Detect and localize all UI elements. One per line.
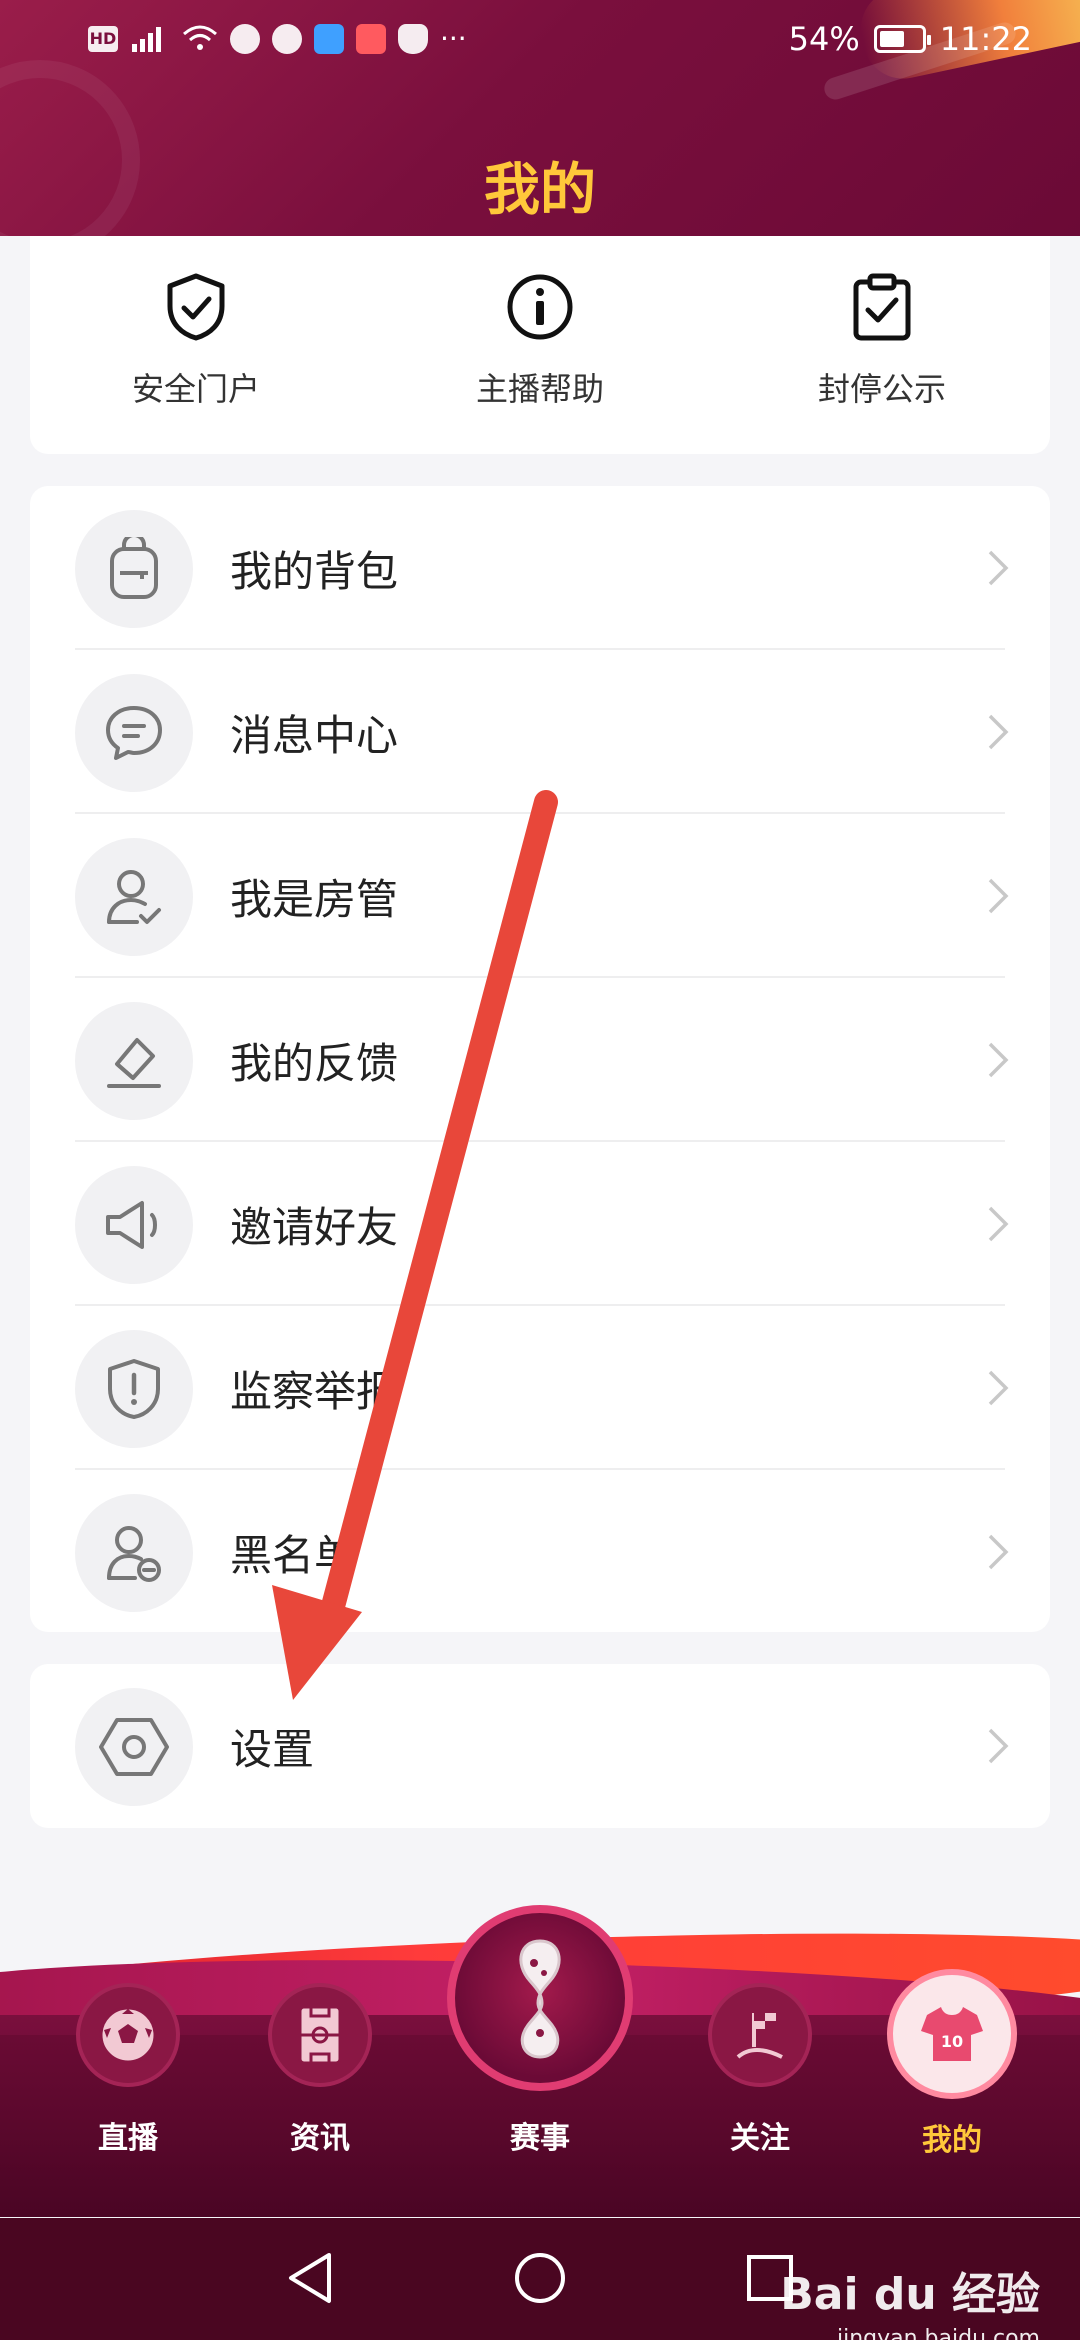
quick-link-label: 封停公示 xyxy=(817,370,946,408)
page-title: 我的 xyxy=(484,158,596,223)
tab-icon-circle xyxy=(708,1983,812,2087)
tab-label: 直播 xyxy=(98,2121,158,2156)
corner-flag-icon xyxy=(736,2013,783,2059)
menu-item-messages[interactable]: 消息中心 xyxy=(30,650,1050,814)
menu-item-label: 邀请好友 xyxy=(230,1203,399,1252)
cloud-icon xyxy=(314,23,344,54)
header: HD ··· 54% 11:22 我的 xyxy=(0,0,1080,236)
system-nav-bar: Bai du 经验 jingyan.baidu.com xyxy=(0,2218,1080,2340)
tab-icon-circle xyxy=(268,1983,372,2087)
battery-percent: 54% xyxy=(788,20,860,58)
tab-me[interactable]: 10 我的 xyxy=(872,1969,1032,2159)
chevron-right-icon xyxy=(988,550,1009,586)
chevron-right-icon xyxy=(988,714,1009,750)
menu-item-feedback[interactable]: 我的反馈 xyxy=(30,978,1050,1142)
trophy-emblem-icon xyxy=(519,1939,561,2059)
icon-circle xyxy=(75,1688,193,1806)
icon-circle xyxy=(75,674,193,792)
menu-item-blacklist[interactable]: 黑名单 xyxy=(30,1470,1050,1634)
shield-check-icon xyxy=(167,273,225,341)
report-shield-icon xyxy=(108,1359,160,1419)
chat-icon xyxy=(230,23,260,54)
quick-link-label: 安全门户 xyxy=(131,370,260,408)
quick-links-card: 安全门户 主播帮助 封停公示 xyxy=(30,236,1050,454)
user-check-icon xyxy=(107,870,161,924)
hand-icon xyxy=(272,23,302,54)
jersey-icon: 10 xyxy=(921,2007,983,2061)
menu-item-settings[interactable]: 设置 xyxy=(30,1664,1050,1828)
settings-card: 设置 xyxy=(30,1664,1050,1828)
clipboard-check-icon xyxy=(853,273,911,341)
backpack-icon xyxy=(110,537,158,599)
tab-icon-circle: 10 xyxy=(887,1969,1017,2099)
home-button[interactable] xyxy=(510,2248,570,2308)
wifi-icon xyxy=(183,25,217,50)
svg-text:10: 10 xyxy=(941,2032,963,2051)
status-right: 54% 11:22 xyxy=(789,20,1032,58)
chevron-right-icon xyxy=(988,1370,1009,1406)
megaphone-icon xyxy=(106,1201,157,1249)
menu-item-label: 消息中心 xyxy=(230,711,399,760)
menu-item-label: 设置 xyxy=(230,1725,315,1774)
chevron-right-icon xyxy=(988,1728,1009,1764)
home-circle-icon xyxy=(515,2253,565,2303)
user-block-icon xyxy=(107,1526,161,1582)
quick-link-security[interactable]: 安全门户 xyxy=(96,272,296,410)
hd-icon: HD xyxy=(88,25,118,52)
tab-label: 关注 xyxy=(730,2121,790,2156)
tab-icon-circle xyxy=(76,1983,180,2087)
message-icon xyxy=(106,706,162,760)
menu-item-report[interactable]: 监察举报 xyxy=(30,1306,1050,1470)
menu-item-label: 监察举报 xyxy=(230,1367,399,1416)
icon-circle xyxy=(75,1002,193,1120)
4g-signal-icon xyxy=(132,26,161,52)
quick-link-help[interactable]: 主播帮助 xyxy=(440,272,640,410)
chevron-right-icon xyxy=(988,1042,1009,1078)
more-dots-icon: ··· xyxy=(440,22,467,55)
menu-item-backpack[interactable]: 我的背包 xyxy=(30,486,1050,650)
watermark-brand: Bai du 经验 xyxy=(780,2269,1040,2320)
feedback-icon xyxy=(107,1038,161,1088)
clock: 11:22 xyxy=(939,20,1032,58)
bottom-nav: 直播 资讯 赛事 关注 10 我的 xyxy=(0,1905,1080,2217)
shield-icon xyxy=(398,23,428,54)
tab-live[interactable]: 直播 xyxy=(48,1983,208,2157)
tab-following[interactable]: 关注 xyxy=(680,1983,840,2157)
menu-item-invite[interactable]: 邀请好友 xyxy=(30,1142,1050,1306)
tab-label: 赛事 xyxy=(510,2121,570,2156)
pitch-icon xyxy=(298,2005,342,2065)
back-button[interactable] xyxy=(280,2248,340,2308)
menu-list-card: 我的背包 消息中心 我是房管 我的反馈 邀请好友 监察举报 黑名单 xyxy=(30,486,1050,1632)
menu-item-label: 我的背包 xyxy=(230,547,399,596)
tab-icon-circle xyxy=(447,1905,633,2091)
chevron-right-icon xyxy=(988,1206,1009,1242)
info-circle-icon xyxy=(507,274,573,340)
battery-icon xyxy=(873,25,931,53)
icon-circle xyxy=(75,1330,193,1448)
menu-item-label: 我的反馈 xyxy=(230,1039,399,1088)
status-icons: HD ··· xyxy=(88,22,467,55)
status-bar: HD ··· 54% 11:22 xyxy=(0,0,1080,84)
tab-news[interactable]: 资讯 xyxy=(240,1983,400,2157)
back-triangle-icon xyxy=(289,2253,331,2303)
baidu-watermark: Bai du 经验 jingyan.baidu.com xyxy=(780,2258,1040,2340)
icon-circle xyxy=(75,1494,193,1612)
huawei-icon xyxy=(356,23,386,54)
icon-circle xyxy=(75,838,193,956)
quick-link-label: 主播帮助 xyxy=(475,370,604,408)
quick-link-bans[interactable]: 封停公示 xyxy=(782,272,982,410)
soccer-ball-icon xyxy=(99,2006,157,2064)
chevron-right-icon xyxy=(988,1534,1009,1570)
menu-item-label: 黑名单 xyxy=(230,1531,357,1580)
tab-label: 我的 xyxy=(922,2123,982,2158)
menu-item-room-manager[interactable]: 我是房管 xyxy=(30,814,1050,978)
icon-circle xyxy=(75,1166,193,1284)
menu-item-label: 我是房管 xyxy=(230,875,399,924)
icon-circle xyxy=(75,510,193,628)
chevron-right-icon xyxy=(988,878,1009,914)
hexagon-gear-icon xyxy=(99,1718,169,1776)
watermark-url: jingyan.baidu.com xyxy=(836,2326,1040,2340)
tab-matches[interactable]: 赛事 xyxy=(440,1905,640,2157)
tab-label: 资讯 xyxy=(290,2121,350,2156)
